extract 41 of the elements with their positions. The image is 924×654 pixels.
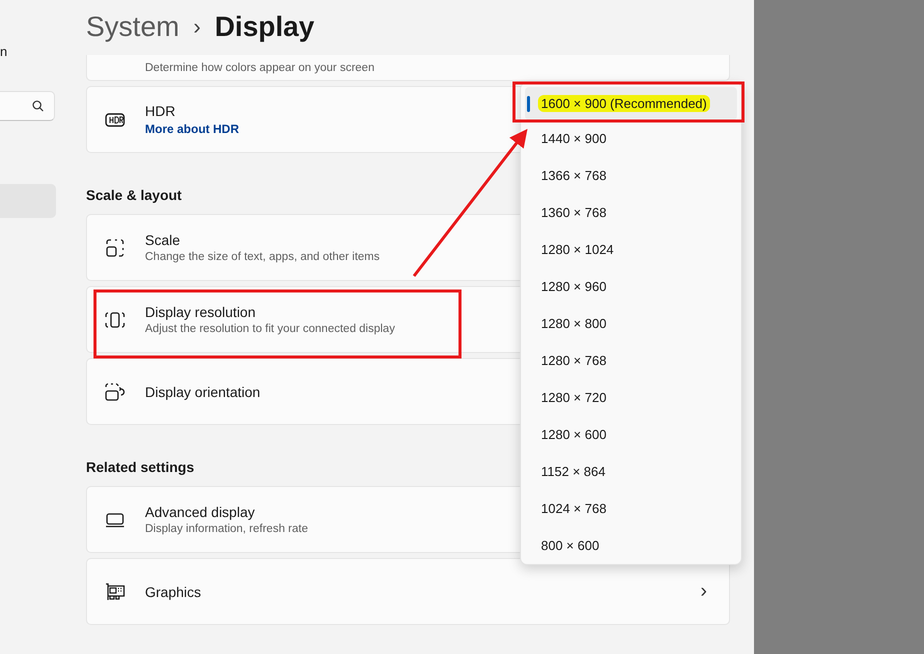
settings-card[interactable]: Graphics › (86, 558, 730, 625)
resolution-icon (105, 310, 125, 328)
menu-item-label: 1280 × 1024 (541, 242, 614, 257)
card-title: HDR (145, 103, 176, 119)
menu-item-label: 1280 × 720 (541, 390, 606, 405)
menu-item-label: 1440 × 900 (541, 131, 606, 146)
card-description: Adjust the resolution to fit your connected display (145, 323, 395, 335)
graphics-card-icon (105, 582, 125, 600)
more-link[interactable]: More about HDR (145, 122, 239, 136)
section-heading: Scale & layout (86, 187, 182, 205)
search-field[interactable] (0, 91, 55, 121)
laptop-icon (105, 512, 125, 528)
hdr-icon (105, 112, 125, 126)
selection-indicator (527, 96, 530, 112)
chevron-icon: › (700, 580, 707, 603)
search-icon (32, 100, 44, 112)
menu-item-label: 1024 × 768 (541, 501, 606, 516)
card-title: Advanced display (145, 504, 255, 520)
card-title: Scale (145, 232, 180, 248)
breadcrumb-parent[interactable]: System (86, 10, 180, 42)
card-title: Display resolution (145, 304, 256, 320)
page-title: Display (214, 10, 314, 42)
card-title: Display orientation (145, 384, 260, 400)
menu-item-label: 1152 × 864 (541, 464, 606, 479)
settings-card[interactable]: Determine how colors appear on your screen (86, 55, 730, 81)
menu-item-label: 1280 × 800 (541, 316, 606, 331)
card-description: Display information, refresh rate (145, 523, 308, 535)
menu-item-label: 1600 × 900 (Recommended) (538, 95, 710, 112)
section-heading: Related settings (86, 459, 194, 477)
scale-icon (105, 238, 125, 258)
card-description: Change the size of text, apps, and other items (145, 251, 380, 263)
menu-item[interactable]: 1366 × 768 (525, 157, 737, 194)
menu-item-label: 1280 × 600 (541, 427, 606, 442)
menu-item[interactable]: 1600 × 900 (Recommended) (525, 87, 737, 120)
card-title: Graphics (145, 584, 202, 600)
menu-item-label: 1366 × 768 (541, 168, 606, 183)
card-description: Determine how colors appear on your screen (145, 62, 374, 74)
orientation-icon (105, 382, 125, 400)
sidebar-text: n (0, 44, 8, 59)
menu-item-label: 800 × 600 (541, 538, 600, 553)
breadcrumb-separator: › (193, 14, 201, 40)
